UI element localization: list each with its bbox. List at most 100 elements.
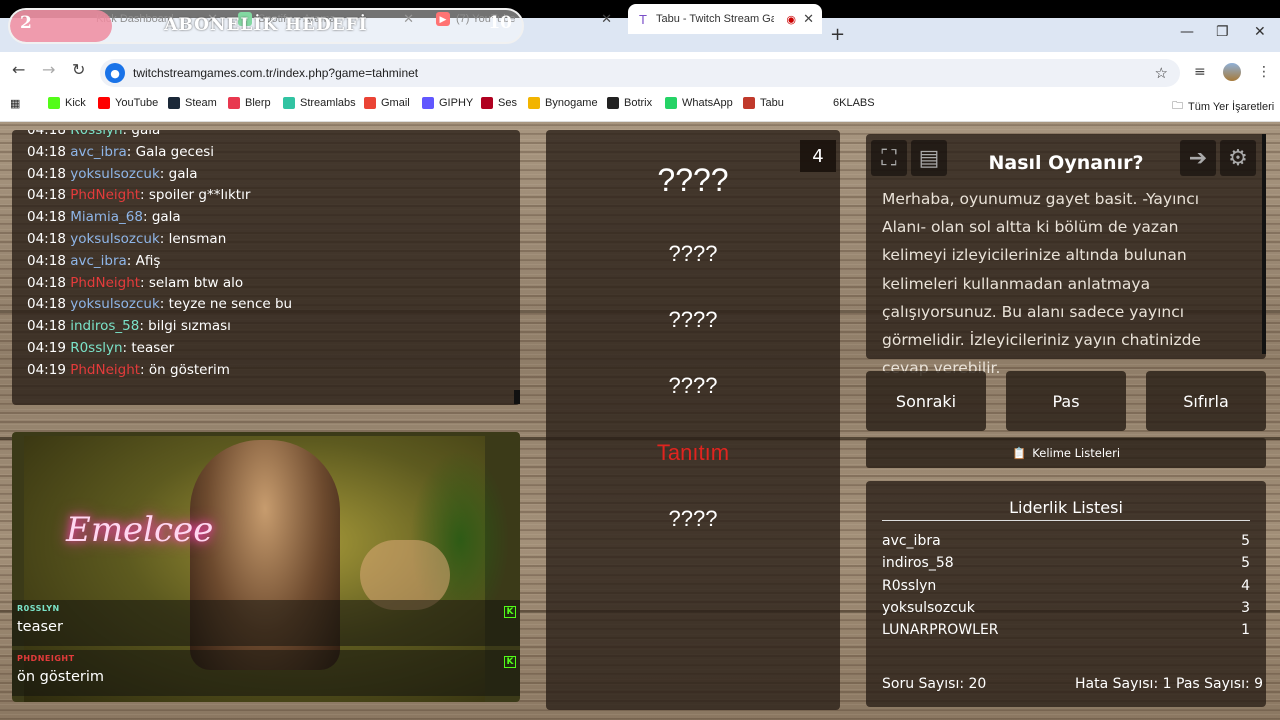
goal-target: 10	[488, 13, 512, 33]
apps-icon[interactable]: ▦	[10, 97, 20, 110]
chat-log: 04:18 R0sslyn: gala 04:18 avc_ibra: Gala …	[12, 130, 520, 405]
chat-line: 04:18 Miamia_68: gala	[27, 209, 181, 226]
bynogame-icon	[528, 97, 540, 109]
chat-username[interactable]: R0sslyn	[70, 130, 122, 138]
overlay-username: PHDNEIGHT	[17, 654, 75, 663]
chat-username[interactable]: R0sslyn	[70, 340, 122, 356]
word-lists-button[interactable]: 📋 Kelime Listeleri	[866, 438, 1266, 468]
chat-time: 04:18	[27, 252, 66, 269]
tab-tabu[interactable]: T Tabu - Twitch Stream Game ◉ ✕	[628, 4, 822, 34]
bookmark-6klabs[interactable]: 6KLABS	[816, 97, 875, 109]
chat-message: bilgi sızması	[148, 318, 231, 335]
bookmark-tabu[interactable]: Tabu	[743, 97, 784, 109]
leaderboard-row: indiros_58 5	[882, 555, 1250, 571]
new-tab-button[interactable]: +	[830, 24, 845, 45]
tabu-icon	[743, 97, 755, 109]
chat-message: gala	[131, 130, 161, 138]
neon-sign: Emelcee	[66, 510, 214, 550]
all-bookmarks[interactable]: 🗀 Tüm Yer İşaretleri	[1172, 97, 1274, 116]
mic-icon[interactable]: ●	[105, 63, 125, 83]
url-text[interactable]: twitchstreamgames.com.tr/index.php?game=…	[133, 66, 418, 80]
chat-username[interactable]: yoksulsozcuk	[70, 231, 160, 247]
bookmark-blerp[interactable]: Blerp	[228, 97, 271, 109]
bookmark-star-icon[interactable]: ☆	[1155, 64, 1168, 82]
chat-message: gala	[168, 165, 198, 182]
help-text: Merhaba, oyunumuz gayet basit. -Yayıncı …	[882, 190, 1201, 378]
media-control-icon[interactable]: ≡	[1194, 64, 1206, 80]
chat-time: 04:18	[27, 274, 66, 291]
forward-icon[interactable]: →	[42, 60, 55, 79]
close-icon[interactable]: ✕	[803, 11, 814, 27]
chat-message: teaser	[131, 339, 175, 356]
pass-count: Pas Sayısı: 9	[1176, 676, 1264, 692]
bookmark-steam[interactable]: Steam	[168, 97, 217, 109]
back-icon[interactable]: ←	[12, 60, 25, 79]
chat-username[interactable]: avc_ibra	[70, 144, 127, 160]
forbidden-word: ????	[668, 307, 718, 332]
chat-username[interactable]: PhdNeight	[70, 187, 140, 203]
tab-label: Tabu - Twitch Stream Game	[656, 13, 774, 25]
menu-icon[interactable]: ⋮	[1257, 64, 1271, 80]
chat-line: 04:19 PhdNeight: ön gösterim	[27, 361, 230, 378]
bookmark-label: Botrix	[624, 97, 653, 109]
minimize-icon[interactable]: —	[1180, 24, 1194, 40]
bookmark-botrix[interactable]: Botrix	[607, 97, 652, 109]
all-bookmarks-label: Tüm Yer İşaretleri	[1188, 100, 1275, 113]
player-score: 3	[1241, 599, 1250, 616]
blerp-icon	[228, 97, 240, 109]
bookmark-label: Blerp	[245, 97, 271, 109]
avatar[interactable]	[1223, 63, 1241, 81]
help-scrollbar[interactable]	[1262, 134, 1266, 354]
bookmark-gmail[interactable]: Gmail	[364, 97, 410, 109]
bookmark-streamlabs[interactable]: Streamlabs	[283, 97, 356, 109]
chat-line: 04:18 avc_ibra: Afiş	[27, 252, 161, 269]
streamlabs-icon	[283, 97, 295, 109]
chat-time: 04:18	[27, 130, 66, 138]
bookmark-label: WhatsApp	[682, 97, 733, 109]
chat-scroll-thumb[interactable]	[514, 390, 520, 404]
chat-username[interactable]: PhdNeight	[70, 362, 140, 378]
chat-time: 04:18	[27, 318, 66, 335]
reload-icon[interactable]: ↻	[72, 60, 85, 79]
error-count: Hata Sayısı: 1	[1075, 676, 1172, 692]
chat-time: 04:18	[27, 296, 66, 313]
omnibox[interactable]: ● twitchstreamgames.com.tr/index.php?gam…	[100, 59, 1180, 87]
pass-button[interactable]: Pas	[1006, 371, 1126, 431]
restore-icon[interactable]: ❐	[1216, 24, 1229, 40]
bookmark-giphy[interactable]: GIPHY	[422, 97, 473, 109]
leaderboard-row: R0sslyn 4	[882, 578, 1250, 594]
window-close-icon[interactable]: ✕	[1254, 24, 1266, 40]
bookmark-label: Steam	[185, 97, 217, 109]
bookmark-bynogame[interactable]: Bynogame	[528, 97, 598, 109]
whatsapp-icon	[665, 97, 677, 109]
chat-time: 04:19	[27, 339, 66, 356]
player-name: indiros_58	[882, 555, 954, 572]
bookmark-ses[interactable]: Ses	[481, 97, 517, 109]
close-icon[interactable]: ✕	[601, 11, 612, 27]
chat-username[interactable]: Miamia_68	[70, 209, 143, 225]
next-button[interactable]: Sonraki	[866, 371, 986, 431]
chat-username[interactable]: avc_ibra	[70, 253, 127, 269]
forbidden-word: ????	[668, 373, 718, 398]
chat-time: 04:18	[27, 187, 66, 204]
kick-icon: K	[504, 656, 516, 668]
twitch-icon: T	[639, 11, 647, 27]
player-score: 4	[1241, 577, 1250, 594]
chat-username[interactable]: yoksulsozcuk	[70, 166, 160, 182]
6klabs-icon	[816, 97, 828, 109]
chat-username[interactable]: PhdNeight	[70, 275, 140, 291]
chat-line: 04:18 yoksulsozcuk: lensman	[27, 230, 227, 247]
bookmark-youtube[interactable]: YouTube	[98, 97, 158, 109]
chat-line: 04:18 yoksulsozcuk: teyze ne sence bu	[27, 296, 293, 313]
reset-button[interactable]: Sıfırla	[1146, 371, 1266, 431]
chat-username[interactable]: indiros_58	[70, 318, 139, 334]
bookmark-label: Tabu	[760, 97, 784, 109]
overlay-message: R0SSLYN teaser K	[12, 600, 520, 646]
chat-message: selam btw alo	[148, 274, 244, 291]
leaderboard-row: avc_ibra 5	[882, 533, 1250, 549]
bookmark-label: Gmail	[381, 97, 410, 109]
kick-icon	[48, 97, 60, 109]
bookmark-whatsapp[interactable]: WhatsApp	[665, 97, 733, 109]
bookmark-kick[interactable]: Kick	[48, 97, 86, 109]
chat-username[interactable]: yoksulsozcuk	[70, 296, 160, 312]
